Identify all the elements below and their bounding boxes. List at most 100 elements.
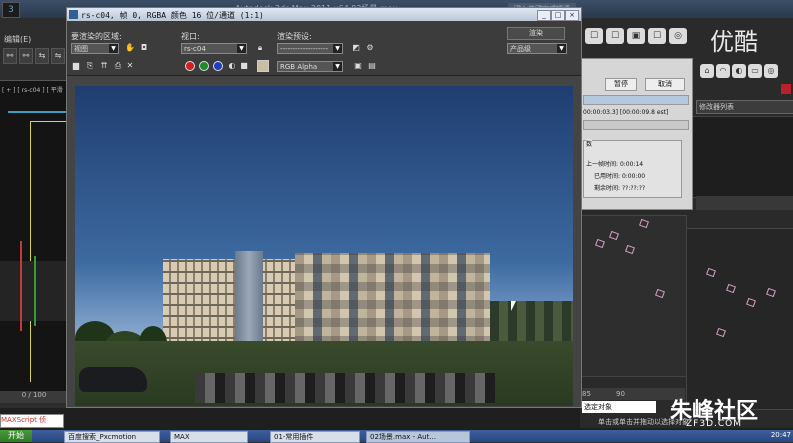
- hierarchy-tab-icon[interactable]: ▣: [627, 28, 645, 44]
- copy-icon[interactable]: ⎘: [85, 61, 95, 71]
- rendered-frame-window: rs-c04, 帧 0, RGBA 颜色 16 位/通道 (1:1) _ □ ×…: [66, 7, 582, 408]
- youku-watermark: 优酷: [710, 28, 758, 56]
- green-channel-toggle[interactable]: [199, 61, 209, 71]
- lock-icon[interactable]: 🔒︎: [255, 43, 265, 53]
- quality-select[interactable]: 产品级 ▼: [507, 43, 567, 54]
- chevron-down-icon: ▼: [237, 44, 246, 53]
- progress-time: 00:00:03.3] [00:00:09.8 est]: [583, 109, 669, 116]
- save-icon[interactable]: ▆: [71, 61, 81, 71]
- toggle-ui-icon[interactable]: ▤: [367, 61, 377, 71]
- taskbar-item[interactable]: MAX: [170, 431, 248, 443]
- color-swatch[interactable]: [257, 60, 269, 72]
- max-logo-icon[interactable]: 3: [2, 2, 20, 18]
- viewport-label[interactable]: [ + ] [ rs-c04 ] [ 平滑: [2, 85, 63, 94]
- edit-menu[interactable]: 编辑(E): [4, 34, 31, 45]
- render-window-titlebar[interactable]: rs-c04, 帧 0, RGBA 颜色 16 位/通道 (1:1) _ □ ×: [67, 8, 581, 21]
- unlink-icon[interactable]: ⚯: [19, 48, 33, 64]
- area-select[interactable]: 视图 ▼: [71, 43, 119, 54]
- progress-stats-group: 数 上一帧时间: 0:00:14 已用时间: 0:00:00 剩余时间: ??:…: [583, 139, 682, 198]
- pause-button[interactable]: 暂停: [605, 78, 637, 91]
- scene-object: [746, 297, 756, 308]
- left-viewport[interactable]: [ + ] [ rs-c04 ] [ 平滑: [0, 80, 68, 391]
- mouse-cursor-icon: [511, 301, 516, 311]
- taskbar-item[interactable]: 百度搜索_Pxcmotion: [64, 431, 160, 443]
- stat-label: 上一帧时间:: [586, 161, 619, 168]
- environment-icon[interactable]: ⚙: [365, 43, 375, 53]
- link-icon[interactable]: ⚯: [3, 48, 17, 64]
- scene-outline: [30, 121, 67, 382]
- create-tab-icon[interactable]: ☐: [585, 28, 603, 44]
- taskbar-item-active[interactable]: 02场景.max - Aut...: [366, 431, 470, 443]
- camera-icon[interactable]: ▭: [748, 64, 762, 78]
- time-slider[interactable]: 0 / 100: [0, 391, 68, 403]
- display-icon[interactable]: ▣: [353, 61, 363, 71]
- clone-icon[interactable]: ⇈: [99, 61, 109, 71]
- selection-status[interactable]: 选定对象: [582, 401, 656, 413]
- blue-channel-toggle[interactable]: [213, 61, 223, 71]
- geometry-icon[interactable]: ⌂: [700, 64, 714, 78]
- region-icon[interactable]: ◘: [139, 43, 149, 53]
- shape-icon[interactable]: ◠: [716, 64, 730, 78]
- stat-row: 上一帧时间: 0:00:14: [586, 159, 643, 168]
- hand-icon[interactable]: ✋: [125, 43, 135, 53]
- chevron-down-icon: ▼: [333, 62, 342, 71]
- red-channel-toggle[interactable]: [185, 61, 195, 71]
- render-canvas[interactable]: [75, 86, 573, 406]
- channel-value: RGB Alpha: [280, 63, 318, 71]
- scene-object: [706, 267, 716, 278]
- zf3d-url: ZF3D.COM: [686, 419, 742, 429]
- mono-icon[interactable]: ■: [239, 61, 249, 71]
- scene-object: [716, 327, 726, 338]
- maximize-icon[interactable]: □: [551, 10, 565, 21]
- clear-icon[interactable]: ✕: [125, 61, 135, 71]
- close-icon[interactable]: ×: [565, 10, 579, 21]
- area-label: 要渲染的区域:: [71, 32, 122, 41]
- modify-tab-icon[interactable]: ☐: [606, 28, 624, 44]
- viewport-select[interactable]: rs-c04 ▼: [181, 43, 247, 54]
- taskbar-item[interactable]: 01-常用插件: [270, 431, 360, 443]
- stat-value: 0:00:00: [621, 173, 646, 180]
- scene-object: [726, 283, 736, 294]
- start-label: 开始: [8, 431, 24, 440]
- maxscript-listener[interactable]: MAXScript 侦: [0, 414, 64, 428]
- render-toolbar: 要渲染的区域: 视图 ▼ ✋ ◘ 视口: rs-c04 ▼ 🔒︎ 渲染预设: ---…: [67, 21, 581, 76]
- stat-label: 已用时间:: [594, 173, 621, 180]
- preset-select[interactable]: ------------------- ▼: [277, 43, 343, 54]
- helper-icon[interactable]: ◎: [764, 64, 778, 78]
- cancel-button[interactable]: 取消: [645, 78, 685, 91]
- viewport-label: 视口:: [181, 32, 200, 41]
- panel-subicons: ⌂ ◠ ◐ ▭ ◎: [700, 64, 780, 78]
- stat-value: ??:??:??: [621, 185, 646, 192]
- motion-tab-icon[interactable]: ☐: [648, 28, 666, 44]
- stack-controls[interactable]: [696, 196, 793, 210]
- alpha-icon[interactable]: ◐: [227, 61, 237, 71]
- object-color-swatch[interactable]: [781, 84, 791, 94]
- minimize-icon[interactable]: _: [537, 10, 551, 21]
- bind-icon[interactable]: ⇆: [35, 48, 49, 64]
- ruler-tick: 85: [582, 390, 591, 398]
- left-panel: 编辑(E) ⚯ ⚯ ⇆ ⇋ [ + ] [ rs-c04 ] [ 平滑 0 / 100: [0, 18, 68, 408]
- render-setup-icon[interactable]: ◩: [351, 43, 361, 53]
- print-icon[interactable]: ⎙: [113, 61, 123, 71]
- scene-object: [766, 287, 776, 298]
- command-panel-icons: ☐ ☐ ▣ ☐ ◎: [585, 28, 690, 44]
- render-button[interactable]: 渲染: [507, 27, 565, 40]
- select-icon[interactable]: ⇋: [51, 48, 65, 64]
- channel-select[interactable]: RGB Alpha ▼: [277, 61, 343, 72]
- progress-bar: [583, 95, 689, 105]
- chevron-down-icon: ▼: [333, 44, 342, 53]
- chevron-down-icon: ▼: [109, 44, 118, 53]
- display-tab-icon[interactable]: ◎: [669, 28, 687, 44]
- start-button[interactable]: 开始: [0, 430, 32, 442]
- modifier-list[interactable]: 修改器列表: [696, 100, 793, 114]
- scene-line: [8, 111, 66, 113]
- scene-axis-green: [34, 256, 36, 326]
- right-viewport-secondary[interactable]: [686, 228, 793, 410]
- modifier-stack[interactable]: [684, 116, 793, 198]
- viewport-value: rs-c04: [184, 45, 206, 53]
- group-title: 数: [586, 139, 593, 148]
- light-icon[interactable]: ◐: [732, 64, 746, 78]
- clock: 20:47: [770, 431, 791, 439]
- stat-row: 已用时间: 0:00:00: [594, 171, 645, 180]
- windows-taskbar: 开始 百度搜索_Pxcmotion MAX 01-常用插件 02场景.max -…: [0, 430, 793, 443]
